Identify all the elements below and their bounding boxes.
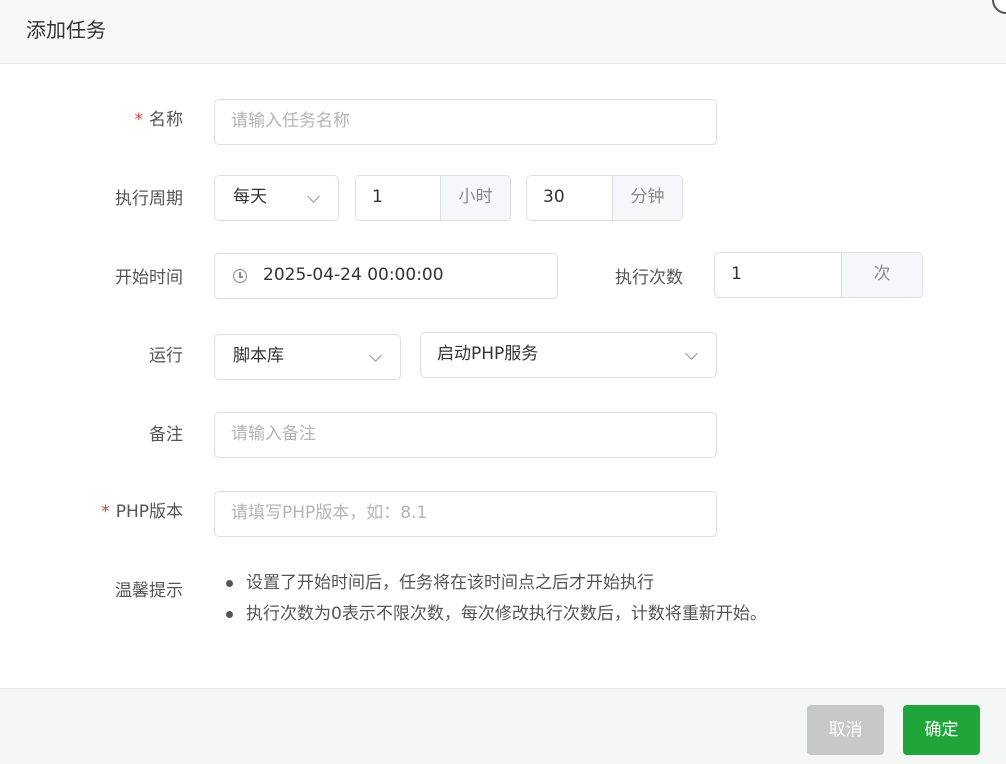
tips-label: 温馨提示 (115, 581, 183, 601)
php-version-input[interactable]: 请填写PHP版本，如：8.1 (214, 491, 717, 537)
run-type-select[interactable]: 脚本库 (214, 334, 401, 380)
remark-label: 备注 (149, 425, 183, 445)
exec-count-input[interactable]: 1 (731, 253, 742, 296)
name-label: * 名称 (134, 110, 184, 130)
script-select[interactable]: 启动PHP服务 (420, 332, 717, 378)
frequency-select[interactable]: 每天 (214, 175, 339, 221)
php-version-placeholder: 请填写PHP版本，如：8.1 (231, 503, 428, 523)
hours-unit: 小时 (440, 176, 510, 220)
tip-item: 执行次数为0表示不限次数，每次修改执行次数后，计数将重新开始。 (224, 599, 767, 630)
task-name-input[interactable]: 请输入任务名称 (214, 99, 717, 145)
exec-count-input-group[interactable]: 1 次 (714, 252, 923, 298)
confirm-button[interactable]: 确定 (903, 705, 980, 755)
cancel-button[interactable]: 取消 (807, 705, 884, 755)
chevron-down-icon (307, 190, 320, 203)
dialog-footer: 取消 确定 (0, 688, 1006, 764)
chevron-down-icon (685, 347, 698, 360)
hours-input[interactable]: 1 (372, 176, 383, 219)
minutes-input[interactable]: 30 (543, 176, 565, 219)
task-name-placeholder: 请输入任务名称 (231, 111, 350, 131)
remark-input[interactable]: 请输入备注 (214, 412, 717, 458)
run-label: 运行 (149, 346, 183, 366)
hours-input-group[interactable]: 1 小时 (355, 175, 511, 221)
period-label: 执行周期 (115, 189, 183, 209)
remark-placeholder: 请输入备注 (231, 424, 316, 444)
tip-item: 设置了开始时间后，任务将在该时间点之后才开始执行 (224, 568, 767, 599)
chevron-down-icon (369, 349, 382, 362)
dialog-header: 添加任务 (0, 0, 1006, 64)
php-version-label: * PHP版本 (101, 502, 183, 522)
dialog-title: 添加任务 (26, 18, 106, 42)
tips-list: 设置了开始时间后，任务将在该时间点之后才开始执行 执行次数为0表示不限次数，每次… (224, 568, 767, 630)
start-time-value: 2025-04-24 00:00:00 (263, 265, 444, 285)
exec-count-label: 执行次数 (615, 268, 683, 288)
start-time-label: 开始时间 (115, 268, 183, 288)
minutes-input-group[interactable]: 30 分钟 (526, 175, 683, 221)
exec-count-unit: 次 (841, 253, 922, 297)
clock-icon (233, 269, 247, 283)
minutes-unit: 分钟 (612, 176, 682, 220)
